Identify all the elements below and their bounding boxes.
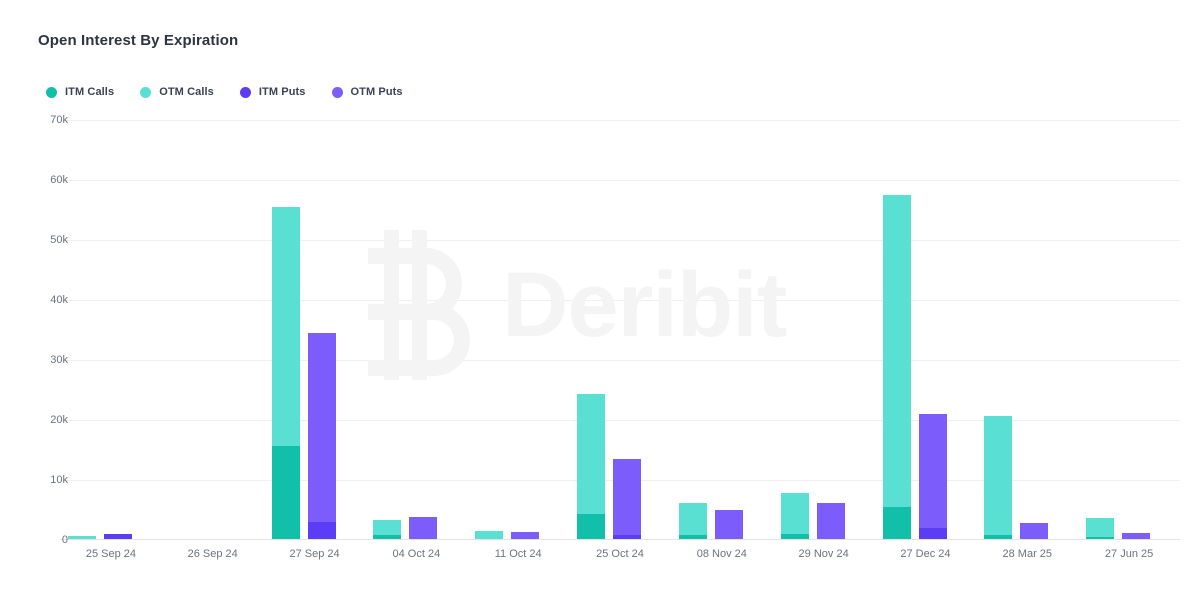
bar-puts[interactable] <box>613 459 642 540</box>
bar-segment-itm-calls <box>271 446 300 540</box>
bar-group[interactable] <box>60 120 162 540</box>
y-axis-tick-label: 60k <box>50 174 68 186</box>
legend-item-itm-calls[interactable]: ITM Calls <box>46 86 114 98</box>
bar-calls[interactable] <box>882 195 911 540</box>
bar-calls[interactable] <box>577 394 606 540</box>
bar-puts[interactable] <box>714 510 743 540</box>
y-axis-tick-label: 20k <box>50 414 68 426</box>
bar-segment-otm-puts <box>918 414 947 528</box>
bar-segment-otm-puts <box>1020 522 1049 540</box>
legend-item-otm-calls[interactable]: OTM Calls <box>140 86 214 98</box>
y-axis-tick-label: 0 <box>61 534 68 546</box>
bar-puts[interactable] <box>307 333 336 540</box>
bar-segment-otm-puts <box>714 510 743 540</box>
bar-group[interactable] <box>264 120 366 540</box>
bar-calls[interactable] <box>984 416 1013 540</box>
bar-segment-otm-calls <box>577 394 606 515</box>
legend-swatch-icon <box>140 86 152 98</box>
bar-group[interactable] <box>976 120 1078 540</box>
bar-segment-otm-calls <box>678 502 707 536</box>
y-axis-tick-label: 10k <box>50 474 68 486</box>
legend-label: OTM Puts <box>350 86 403 98</box>
bar-segment-otm-calls <box>984 416 1013 536</box>
legend-item-otm-puts[interactable]: OTM Puts <box>331 86 403 98</box>
bar-segment-itm-calls <box>577 514 606 540</box>
bar-group[interactable] <box>569 120 671 540</box>
bar-puts[interactable] <box>918 414 947 540</box>
legend-swatch-icon <box>239 86 251 98</box>
bar-puts[interactable] <box>409 516 438 540</box>
bar-group[interactable] <box>773 120 875 540</box>
bar-segment-otm-calls <box>373 519 402 536</box>
bar-segment-otm-puts <box>613 459 642 536</box>
bar-group[interactable] <box>365 120 467 540</box>
bar-segment-otm-calls <box>1086 518 1115 537</box>
bars-layer <box>60 120 1180 540</box>
bar-calls[interactable] <box>780 493 809 540</box>
legend-swatch-icon <box>331 86 343 98</box>
chart-card: Open Interest By Expiration ITM Calls OTM… <box>0 0 1200 600</box>
bar-segment-otm-calls <box>882 195 911 507</box>
bar-group[interactable] <box>1078 120 1180 540</box>
page-title: Open Interest By Expiration <box>38 32 239 49</box>
bar-calls[interactable] <box>1086 518 1115 540</box>
bar-calls[interactable] <box>373 519 402 540</box>
x-axis-tick-label: 27 Jun 25 <box>1104 548 1154 560</box>
x-axis: 25 Sep 24 26 Sep 24 27 Sep 24 04 Oct 24 11 O… <box>60 548 1180 568</box>
y-axis-tick-label: 30k <box>50 354 68 366</box>
y-axis-tick-label: 50k <box>50 234 68 246</box>
bar-group[interactable] <box>162 120 264 540</box>
bar-group[interactable] <box>671 120 773 540</box>
bar-segment-itm-calls <box>882 507 911 540</box>
legend-swatch-icon <box>46 86 57 98</box>
bar-group[interactable] <box>467 120 569 540</box>
bar-segment-itm-puts <box>307 522 336 540</box>
legend-item-itm-puts[interactable]: ITM Puts <box>239 86 306 98</box>
bar-segment-otm-calls <box>780 493 809 534</box>
bar-segment-otm-puts <box>816 502 845 540</box>
chart-legend: ITM Calls OTM Calls ITM Puts OTM Puts <box>46 86 429 98</box>
legend-label: ITM Calls <box>65 86 115 98</box>
bar-calls[interactable] <box>678 502 707 540</box>
bar-puts[interactable] <box>816 502 845 540</box>
y-axis-tick-label: 70k <box>50 114 68 126</box>
bar-puts[interactable] <box>1020 522 1049 540</box>
plot-area: Deribit <box>60 120 1180 540</box>
bar-segment-otm-calls <box>271 207 300 447</box>
legend-label: OTM Calls <box>159 86 214 98</box>
axis-baseline <box>60 539 1180 540</box>
bar-group[interactable] <box>875 120 977 540</box>
bar-segment-otm-puts <box>307 333 336 522</box>
bar-segment-otm-puts <box>409 516 438 540</box>
y-axis-tick-label: 40k <box>50 294 68 306</box>
legend-label: ITM Puts <box>258 86 306 98</box>
bar-calls[interactable] <box>271 207 300 540</box>
